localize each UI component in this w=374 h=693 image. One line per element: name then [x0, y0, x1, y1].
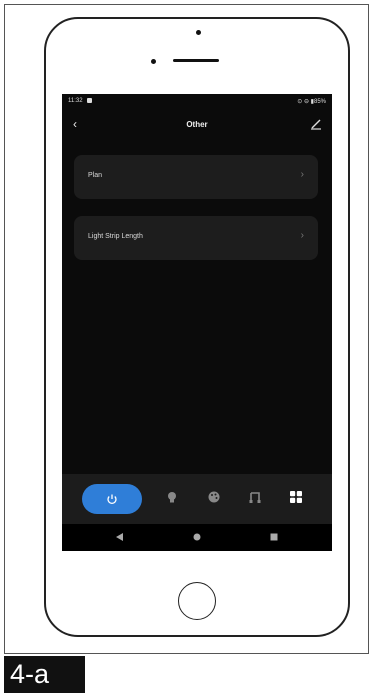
home-circle-icon[interactable] [193, 533, 201, 541]
status-indicators: ⊙ ⊖ ▮85% [297, 99, 326, 105]
tab-bar [62, 474, 332, 524]
bulb-icon[interactable] [165, 490, 179, 504]
app-bar: ‹ Other [62, 116, 332, 136]
menu-item-label: Plan [88, 172, 103, 179]
menu-item-label: Light Strip Length [88, 233, 143, 240]
chevron-right-icon: › [300, 169, 304, 180]
power-icon [107, 494, 117, 504]
camera-dot-left [151, 59, 156, 64]
speaker-bar [173, 59, 219, 62]
music-icon[interactable] [248, 490, 262, 504]
home-button[interactable] [178, 582, 216, 620]
status-bar: 11:32 ⊙ ⊖ ▮85% [62, 94, 332, 108]
figure-caption: 4-a [4, 656, 85, 693]
notification-icon [87, 98, 92, 103]
grid-icon[interactable] [289, 490, 303, 504]
menu-item-light-strip-length[interactable]: Light Strip Length › [74, 216, 318, 260]
menu-item-plan[interactable]: Plan › [74, 155, 318, 199]
edit-icon[interactable] [310, 118, 322, 130]
system-nav-bar [62, 524, 332, 551]
chevron-right-icon: › [300, 230, 304, 241]
camera-dot-top [196, 30, 201, 35]
recents-square-icon[interactable] [270, 533, 278, 541]
status-time: 11:32 [68, 98, 83, 104]
back-triangle-icon[interactable] [116, 533, 124, 541]
tab-power[interactable] [82, 484, 142, 514]
palette-icon[interactable] [207, 490, 221, 504]
phone-screen: 11:32 ⊙ ⊖ ▮85% ‹ Other Plan › Light Stri… [62, 94, 332, 551]
page-title: Other [186, 120, 208, 129]
